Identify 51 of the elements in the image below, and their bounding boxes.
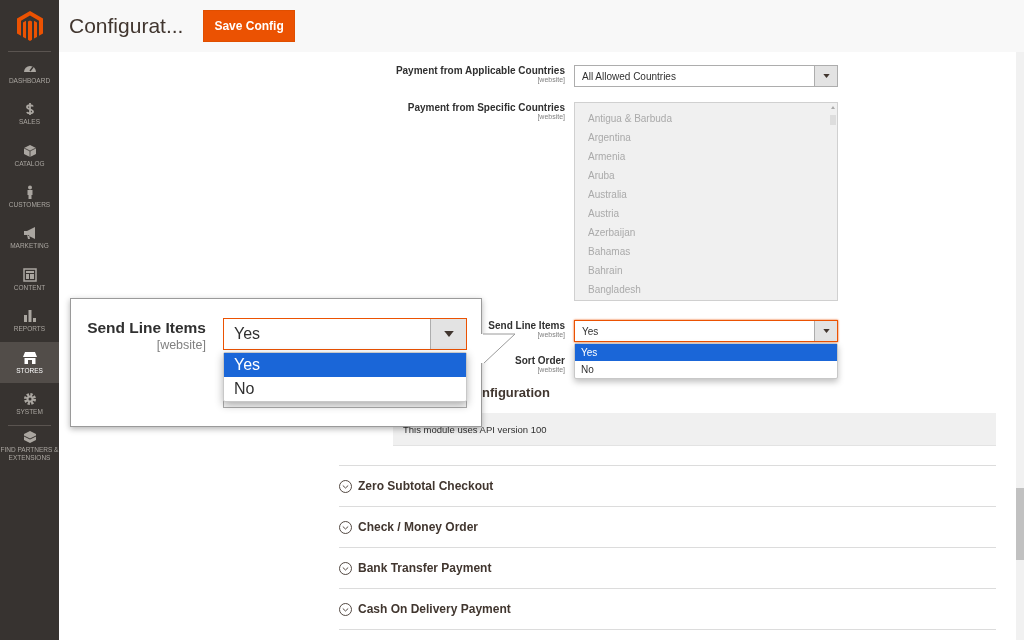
layout-icon xyxy=(22,267,37,282)
field-label: Payment from Applicable Countries xyxy=(395,65,565,76)
select-field[interactable]: Yes xyxy=(223,318,467,350)
caret-icon xyxy=(822,329,830,333)
list-option: Armenia xyxy=(588,147,816,166)
dropdown-option[interactable]: No xyxy=(224,377,466,401)
caret-icon xyxy=(822,74,830,78)
chevron-circle-icon xyxy=(339,561,352,575)
field-label: Send Line Items xyxy=(87,319,206,337)
page-title: Configurat... xyxy=(69,14,184,38)
section-title: Bank Transfer Payment xyxy=(358,561,492,575)
box-icon xyxy=(22,143,37,158)
field-label: Send Line Items xyxy=(488,320,565,331)
chevron-circle-icon xyxy=(339,602,352,616)
cube-icon xyxy=(22,430,37,445)
select-field[interactable]: Yes xyxy=(574,320,838,342)
section-header[interactable]: Cash On Delivery Payment xyxy=(339,589,996,630)
scope-label: [website] xyxy=(156,338,206,352)
chevron-circle-icon xyxy=(339,479,352,493)
section-title: Zero Subtotal Checkout xyxy=(358,479,494,493)
select-field[interactable]: All Allowed Countries xyxy=(574,65,838,87)
dropdown-option[interactable]: Yes xyxy=(575,344,837,361)
caret-icon xyxy=(443,331,454,337)
section-header[interactable]: Bank Transfer Payment xyxy=(339,548,996,589)
scrollbar[interactable] xyxy=(1016,52,1024,640)
list-option: Bangladesh xyxy=(588,280,816,299)
gear-icon xyxy=(22,391,37,406)
list-option: Austria xyxy=(588,204,816,223)
chevron-circle-icon xyxy=(339,520,352,534)
field-label: Payment from Specific Countries xyxy=(407,102,565,113)
list-option: Antigua & Barbuda xyxy=(588,109,816,128)
field-label: Sort Order xyxy=(515,355,565,366)
bar-chart-icon xyxy=(22,309,37,324)
list-option: Australia xyxy=(588,185,816,204)
storefront-icon xyxy=(22,350,37,365)
list-option: Azerbaijan xyxy=(588,223,816,242)
notice-text: This module uses API version 100 xyxy=(403,423,547,435)
save-config-button[interactable]: Save Config xyxy=(203,10,295,42)
list-option: Argentina xyxy=(588,128,816,147)
dropdown-option[interactable]: No xyxy=(575,361,837,378)
megaphone-icon xyxy=(22,226,37,241)
list-option: Bahrain xyxy=(588,261,816,280)
section-heading: nfiguration xyxy=(481,385,551,402)
dropdown-option[interactable]: Yes xyxy=(224,353,466,377)
section-header[interactable]: Check / Money Order xyxy=(339,507,996,548)
list-option: Aruba xyxy=(588,166,816,185)
section-title: Cash On Delivery Payment xyxy=(358,602,511,616)
logo-icon[interactable] xyxy=(16,10,43,41)
section-header[interactable]: Zero Subtotal Checkout xyxy=(339,466,996,507)
list-option: Bahamas xyxy=(588,242,816,261)
section-title: Check / Money Order xyxy=(358,520,479,534)
